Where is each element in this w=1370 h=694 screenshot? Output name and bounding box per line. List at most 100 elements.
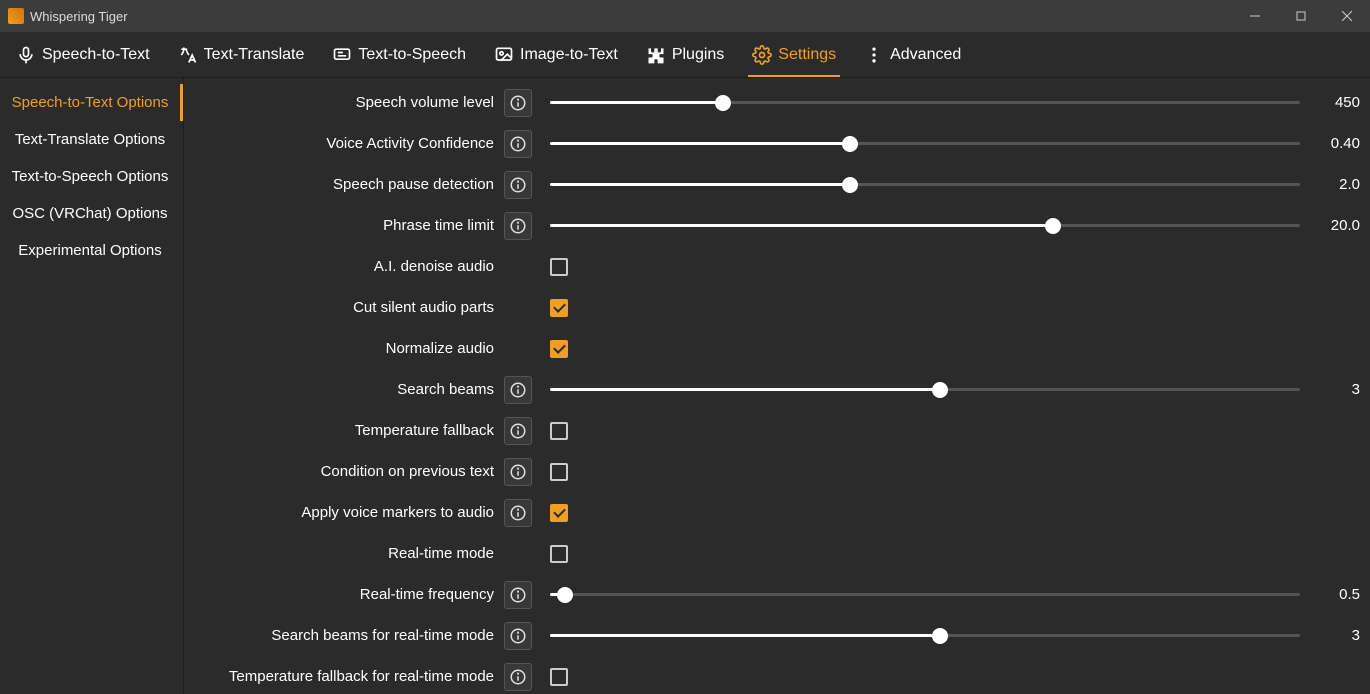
setting-row-rt-temp-fallback: Temperature fallback for real-time mode [194,656,1360,694]
more-vertical-icon [864,45,884,65]
setting-label: A.I. denoise audio [194,258,494,275]
sidebar-item-label: Speech-to-Text Options [12,94,169,111]
phrase-time-limit-slider[interactable] [550,218,1300,234]
setting-label: Normalize audio [194,340,494,357]
voice-markers-checkbox[interactable] [550,504,568,522]
info-icon[interactable] [504,622,532,650]
puzzle-icon [646,45,666,65]
sidebar-item-tt-options[interactable]: Text-Translate Options [0,121,183,158]
sidebar-item-osc-options[interactable]: OSC (VRChat) Options [0,195,183,232]
settings-sidebar: Speech-to-Text Options Text-Translate Op… [0,78,184,694]
setting-value: 450 [1310,94,1360,111]
nav-label: Plugins [672,46,724,64]
ai-denoise-checkbox[interactable] [550,258,568,276]
info-icon[interactable] [504,376,532,404]
vad-confidence-slider[interactable] [550,136,1300,152]
info-icon[interactable] [504,499,532,527]
info-icon[interactable] [504,458,532,486]
info-icon[interactable] [504,130,532,158]
setting-row-realtime-mode: Real-time mode [194,533,1360,574]
sidebar-item-experimental-options[interactable]: Experimental Options [0,232,183,269]
setting-label: Speech pause detection [194,176,494,193]
realtime-mode-checkbox[interactable] [550,545,568,563]
sidebar-item-stt-options[interactable]: Speech-to-Text Options [0,84,183,121]
settings-content: Speech volume level 450 Voice Activity Con… [184,78,1370,694]
setting-value: 2.0 [1310,176,1360,193]
cut-silent-checkbox[interactable] [550,299,568,317]
app-icon [8,8,24,24]
setting-value: 0.5 [1310,586,1360,603]
nav-label: Advanced [890,46,961,64]
realtime-freq-slider[interactable] [550,587,1300,603]
setting-row-ai-denoise: A.I. denoise audio [194,246,1360,287]
close-button[interactable] [1324,0,1370,32]
setting-label: Apply voice markers to audio [194,504,494,521]
setting-value: 0.40 [1310,135,1360,152]
setting-row-realtime-freq: Real-time frequency 0.5 [194,574,1360,615]
setting-label: Phrase time limit [194,217,494,234]
nav-plugins[interactable]: Plugins [642,39,728,77]
setting-row-temp-fallback: Temperature fallback [194,410,1360,451]
sidebar-item-label: OSC (VRChat) Options [12,205,167,222]
pause-detection-slider[interactable] [550,177,1300,193]
setting-label: Voice Activity Confidence [194,135,494,152]
nav-advanced[interactable]: Advanced [860,39,965,77]
info-icon[interactable] [504,417,532,445]
rt-temp-fallback-checkbox[interactable] [550,668,568,686]
setting-label: Cut silent audio parts [194,299,494,316]
gear-icon [752,45,772,65]
window-title: Whispering Tiger [30,9,128,24]
setting-label: Temperature fallback for real-time mode [194,668,494,685]
setting-value: 3 [1310,627,1360,644]
speaker-icon [332,45,352,65]
speech-volume-slider[interactable] [550,95,1300,111]
normalize-audio-checkbox[interactable] [550,340,568,358]
image-icon [494,45,514,65]
setting-row-speech-volume: Speech volume level 450 [194,82,1360,123]
setting-label: Real-time mode [194,545,494,562]
info-icon[interactable] [504,171,532,199]
search-beams-slider[interactable] [550,382,1300,398]
nav-label: Text-Translate [204,46,305,64]
setting-row-cond-prev-text: Condition on previous text [194,451,1360,492]
temp-fallback-checkbox[interactable] [550,422,568,440]
setting-row-normalize-audio: Normalize audio [194,328,1360,369]
setting-row-search-beams: Search beams 3 [194,369,1360,410]
nav-text-to-speech[interactable]: Text-to-Speech [328,39,470,77]
setting-label: Temperature fallback [194,422,494,439]
setting-label: Search beams [194,381,494,398]
info-icon[interactable] [504,581,532,609]
cond-prev-text-checkbox[interactable] [550,463,568,481]
setting-label: Condition on previous text [194,463,494,480]
info-icon[interactable] [504,89,532,117]
setting-row-rt-search-beams: Search beams for real-time mode 3 [194,615,1360,656]
setting-label: Search beams for real-time mode [194,627,494,644]
minimize-button[interactable] [1232,0,1278,32]
nav-image-to-text[interactable]: Image-to-Text [490,39,622,77]
sidebar-item-label: Text-Translate Options [15,131,165,148]
info-icon[interactable] [504,663,532,691]
maximize-button[interactable] [1278,0,1324,32]
setting-value: 20.0 [1310,217,1360,234]
setting-row-pause-detection: Speech pause detection 2.0 [194,164,1360,205]
setting-label: Speech volume level [194,94,494,111]
nav-speech-to-text[interactable]: Speech-to-Text [12,39,154,77]
sidebar-item-tts-options[interactable]: Text-to-Speech Options [0,158,183,195]
setting-label: Real-time frequency [194,586,494,603]
info-icon[interactable] [504,212,532,240]
nav-settings[interactable]: Settings [748,39,840,77]
setting-row-voice-markers: Apply voice markers to audio [194,492,1360,533]
titlebar: Whispering Tiger [0,0,1370,32]
sidebar-item-label: Text-to-Speech Options [12,168,169,185]
rt-search-beams-slider[interactable] [550,628,1300,644]
mic-icon [16,45,36,65]
sidebar-item-label: Experimental Options [18,242,161,259]
setting-value: 3 [1310,381,1360,398]
nav-label: Image-to-Text [520,46,618,64]
setting-row-phrase-time-limit: Phrase time limit 20.0 [194,205,1360,246]
translate-icon [178,45,198,65]
main-nav: Speech-to-Text Text-Translate Text-to-Sp… [0,32,1370,78]
setting-row-cut-silent: Cut silent audio parts [194,287,1360,328]
nav-label: Text-to-Speech [358,46,466,64]
nav-text-translate[interactable]: Text-Translate [174,39,309,77]
